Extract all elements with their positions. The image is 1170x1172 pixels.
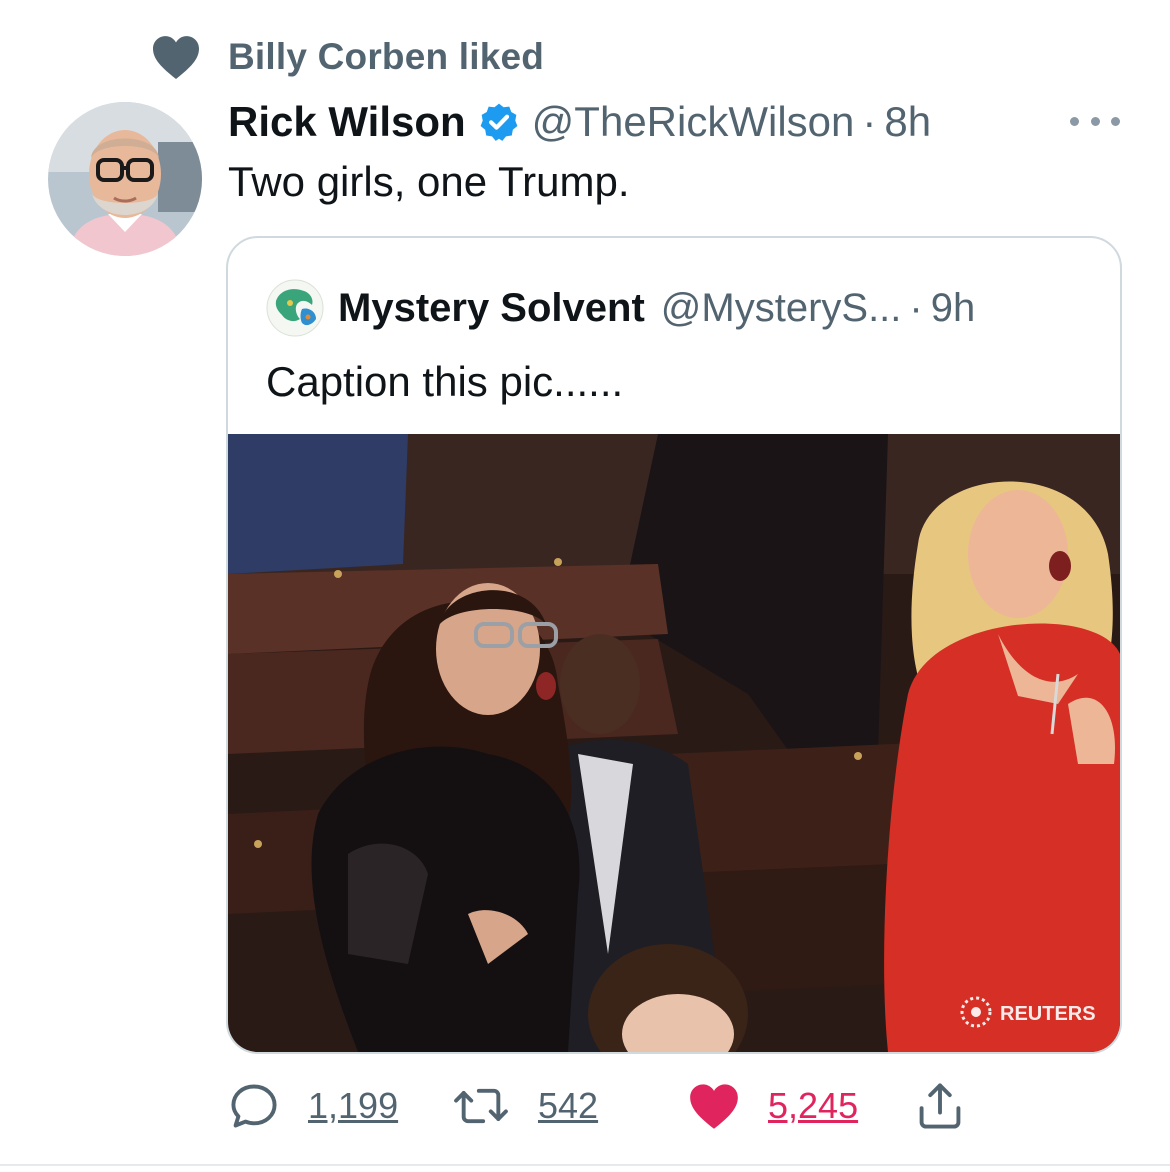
quoted-author-avatar [266, 279, 324, 337]
quoted-tweet-card[interactable]: Mystery Solvent @MysteryS... · 9h Captio… [226, 236, 1122, 1054]
reply-count: 1,199 [308, 1085, 399, 1126]
tweet-header: Rick Wilson @TheRickWilson · 8h [228, 96, 931, 148]
retweet-button[interactable]: 542 [452, 1078, 598, 1134]
reply-icon [231, 1084, 277, 1128]
author-avatar[interactable] [48, 102, 202, 256]
separator-dot: · [909, 285, 923, 330]
quoted-tweet-header: Mystery Solvent @MysteryS... · 9h [266, 279, 976, 337]
tweet-timestamp[interactable]: 8h [884, 98, 931, 146]
quoted-tweet-timestamp[interactable]: 9h [931, 286, 976, 331]
more-dots-icon [1090, 116, 1100, 126]
more-dots-icon [1111, 116, 1120, 126]
quoted-tweet-photo[interactable]: REUTERS [228, 434, 1120, 1052]
more-dots-icon [1070, 116, 1079, 126]
photo-image: REUTERS [228, 434, 1120, 1052]
photo-watermark: REUTERS [1000, 1003, 1096, 1025]
reply-button[interactable]: 1,199 [228, 1078, 398, 1134]
author-avatar-image [48, 102, 202, 256]
share-button[interactable] [914, 1078, 966, 1134]
tweet-actions: 1,199 542 5,245 [0, 1078, 1170, 1134]
quoted-author-handle[interactable]: @MysteryS... [661, 286, 902, 331]
divider [0, 1164, 1170, 1166]
social-context-text: Billy Corben liked [228, 36, 545, 77]
like-count: 5,245 [768, 1085, 859, 1126]
retweet-icon [454, 1088, 508, 1124]
map-avatar-icon [266, 279, 324, 337]
author-name[interactable]: Rick Wilson [228, 98, 466, 146]
heart-icon [153, 36, 199, 79]
more-options-button[interactable] [1070, 112, 1120, 130]
share-icon [919, 1083, 961, 1129]
retweet-count: 542 [538, 1085, 599, 1126]
tweet-text: Two girls, one Trump. [228, 158, 630, 205]
social-context[interactable]: Billy Corben liked [150, 34, 544, 80]
quoted-author-name[interactable]: Mystery Solvent [338, 286, 645, 331]
like-button[interactable]: 5,245 [688, 1078, 858, 1134]
author-handle[interactable]: @TheRickWilson [532, 98, 855, 146]
quoted-tweet-text: Caption this pic...... [266, 358, 624, 405]
verified-badge-icon [480, 103, 518, 141]
like-heart-icon [690, 1084, 738, 1129]
separator-dot: · [862, 98, 877, 145]
